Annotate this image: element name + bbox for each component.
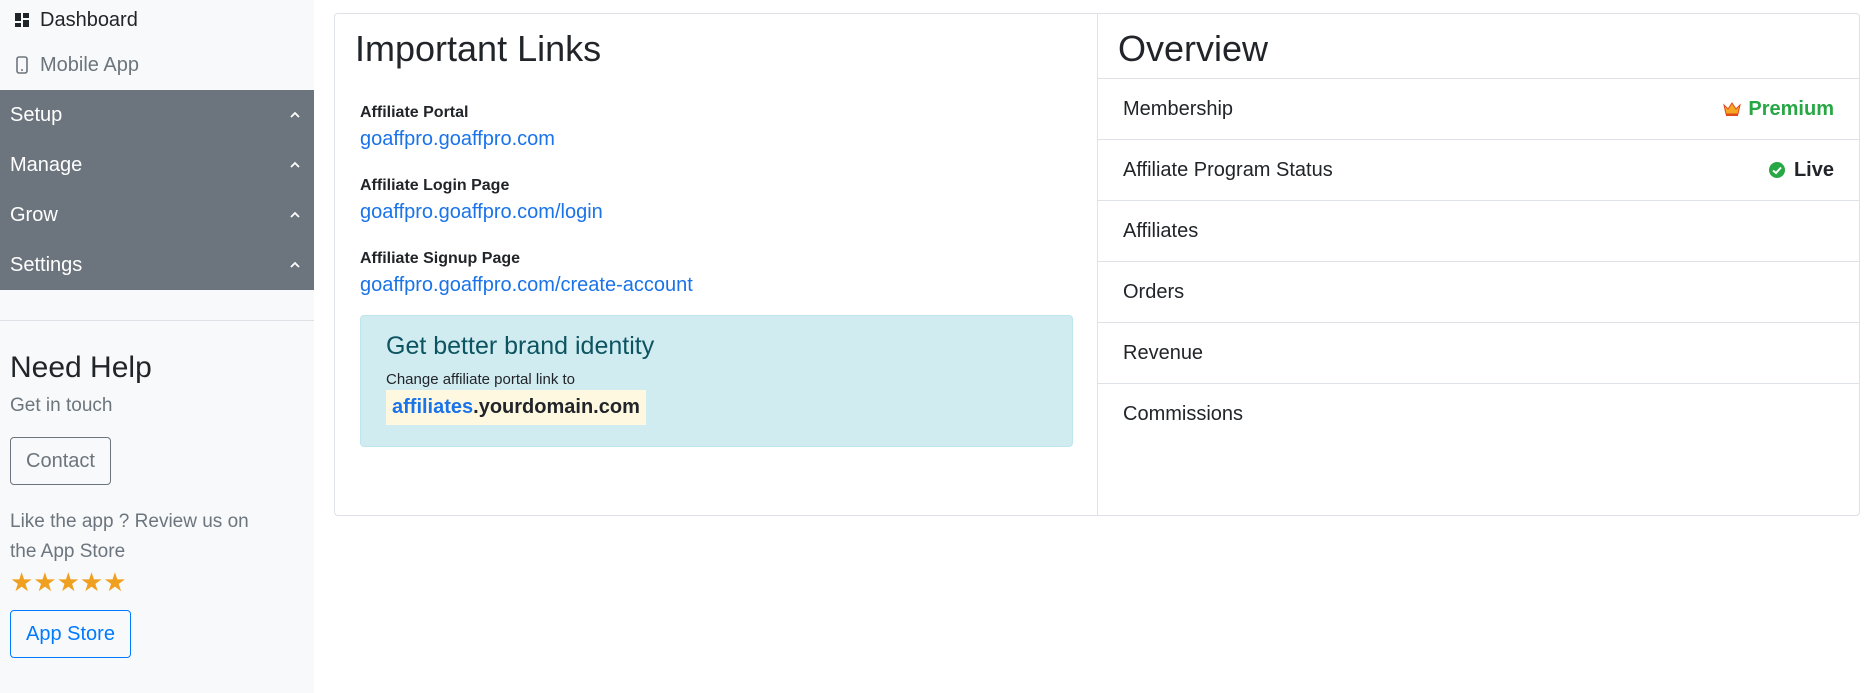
link-label: Affiliate Signup Page xyxy=(360,250,521,267)
overview-row-status: Affiliate Program Status Live xyxy=(1098,139,1859,200)
overview-row-membership: Membership Premium xyxy=(1098,78,1859,139)
link-url[interactable]: goaffpro.goaffpro.com/create-account xyxy=(360,274,1073,297)
chevron-up-icon xyxy=(290,211,300,218)
overview-row-label: Orders xyxy=(1123,280,1185,303)
sidebar-item-dashboard[interactable]: Dashboard xyxy=(0,0,314,40)
sidebar-group-label: Settings xyxy=(10,253,83,276)
sidebar-group-settings[interactable]: Settings xyxy=(0,240,314,290)
promo-domain-rest: .yourdomain.com xyxy=(473,396,640,418)
sidebar-item-label: Mobile App xyxy=(40,53,139,76)
chevron-up-icon xyxy=(290,161,300,168)
link-url[interactable]: goaffpro.goaffpro.com/login xyxy=(360,201,1073,224)
sidebar-group-setup[interactable]: Setup xyxy=(0,90,314,140)
main-card: Important Links Affiliate Portal goaffpr… xyxy=(334,13,1860,516)
status-value-text: Live xyxy=(1793,158,1834,181)
overview-row-orders: Orders xyxy=(1098,261,1859,322)
promo-text: Change affiliate portal link to xyxy=(386,371,576,388)
rating-stars: ★★★★★ xyxy=(10,567,127,597)
overview-row-label: Affiliates xyxy=(1123,219,1199,242)
help-subtitle: Get in touch xyxy=(10,395,113,416)
sidebar-group-grow[interactable]: Grow xyxy=(0,190,314,240)
sidebar-divider xyxy=(0,320,314,321)
help-section: Need Help Get in touch Contact Like the … xyxy=(0,351,314,658)
overview-row-affiliates: Affiliates xyxy=(1098,200,1859,261)
review-text: Like the app ? Review us on the App Stor… xyxy=(10,511,249,562)
link-item-signup: Affiliate Signup Page goaffpro.goaffpro.… xyxy=(360,250,1073,297)
sidebar: Dashboard Mobile App Setup Manage Grow S… xyxy=(0,0,314,693)
overview-row-label: Revenue xyxy=(1123,341,1204,364)
important-links-panel: Important Links Affiliate Portal goaffpr… xyxy=(335,14,1098,515)
chevron-up-icon xyxy=(290,261,300,268)
membership-value-text: Premium xyxy=(1748,97,1834,120)
overview-title: Overview xyxy=(1118,28,1269,69)
sidebar-group-manage[interactable]: Manage xyxy=(0,140,314,190)
membership-value: Premium xyxy=(1722,98,1834,121)
promo-domain: affiliates.yourdomain.com xyxy=(386,390,646,425)
link-label: Affiliate Portal xyxy=(360,104,469,121)
overview-row-label: Membership xyxy=(1123,97,1234,120)
sidebar-group-label: Setup xyxy=(10,103,63,126)
chevron-up-icon xyxy=(290,111,300,118)
promo-title: Get better brand identity xyxy=(386,332,655,360)
sidebar-item-mobile-app[interactable]: Mobile App xyxy=(0,40,314,90)
overview-row-commissions: Commissions xyxy=(1098,383,1859,444)
contact-button[interactable]: Contact xyxy=(10,437,111,485)
dashboard-icon xyxy=(10,8,34,32)
overview-row-label: Commissions xyxy=(1123,402,1244,425)
brand-identity-promo: Get better brand identity Change affilia… xyxy=(360,315,1073,447)
overview-row-revenue: Revenue xyxy=(1098,322,1859,383)
status-value: Live xyxy=(1768,159,1834,182)
sidebar-group-label: Grow xyxy=(10,203,58,226)
crown-icon xyxy=(1723,102,1742,116)
check-circle-icon xyxy=(1768,162,1785,178)
help-title: Need Help xyxy=(10,351,152,384)
mobile-phone-icon xyxy=(10,53,34,77)
link-item-portal: Affiliate Portal goaffpro.goaffpro.com xyxy=(360,104,1073,151)
sidebar-group-label: Manage xyxy=(10,153,83,176)
link-item-login: Affiliate Login Page goaffpro.goaffpro.c… xyxy=(360,177,1073,224)
sidebar-item-label: Dashboard xyxy=(40,8,138,31)
promo-domain-subdomain: affiliates xyxy=(392,396,474,418)
overview-row-label: Affiliate Program Status xyxy=(1123,158,1333,181)
important-links-title: Important Links xyxy=(355,28,602,69)
app-store-button[interactable]: App Store xyxy=(10,610,131,658)
overview-panel: Overview Membership Premium Affiliate Pr… xyxy=(1098,14,1859,515)
link-url[interactable]: goaffpro.goaffpro.com xyxy=(360,128,1073,151)
link-label: Affiliate Login Page xyxy=(360,177,510,194)
